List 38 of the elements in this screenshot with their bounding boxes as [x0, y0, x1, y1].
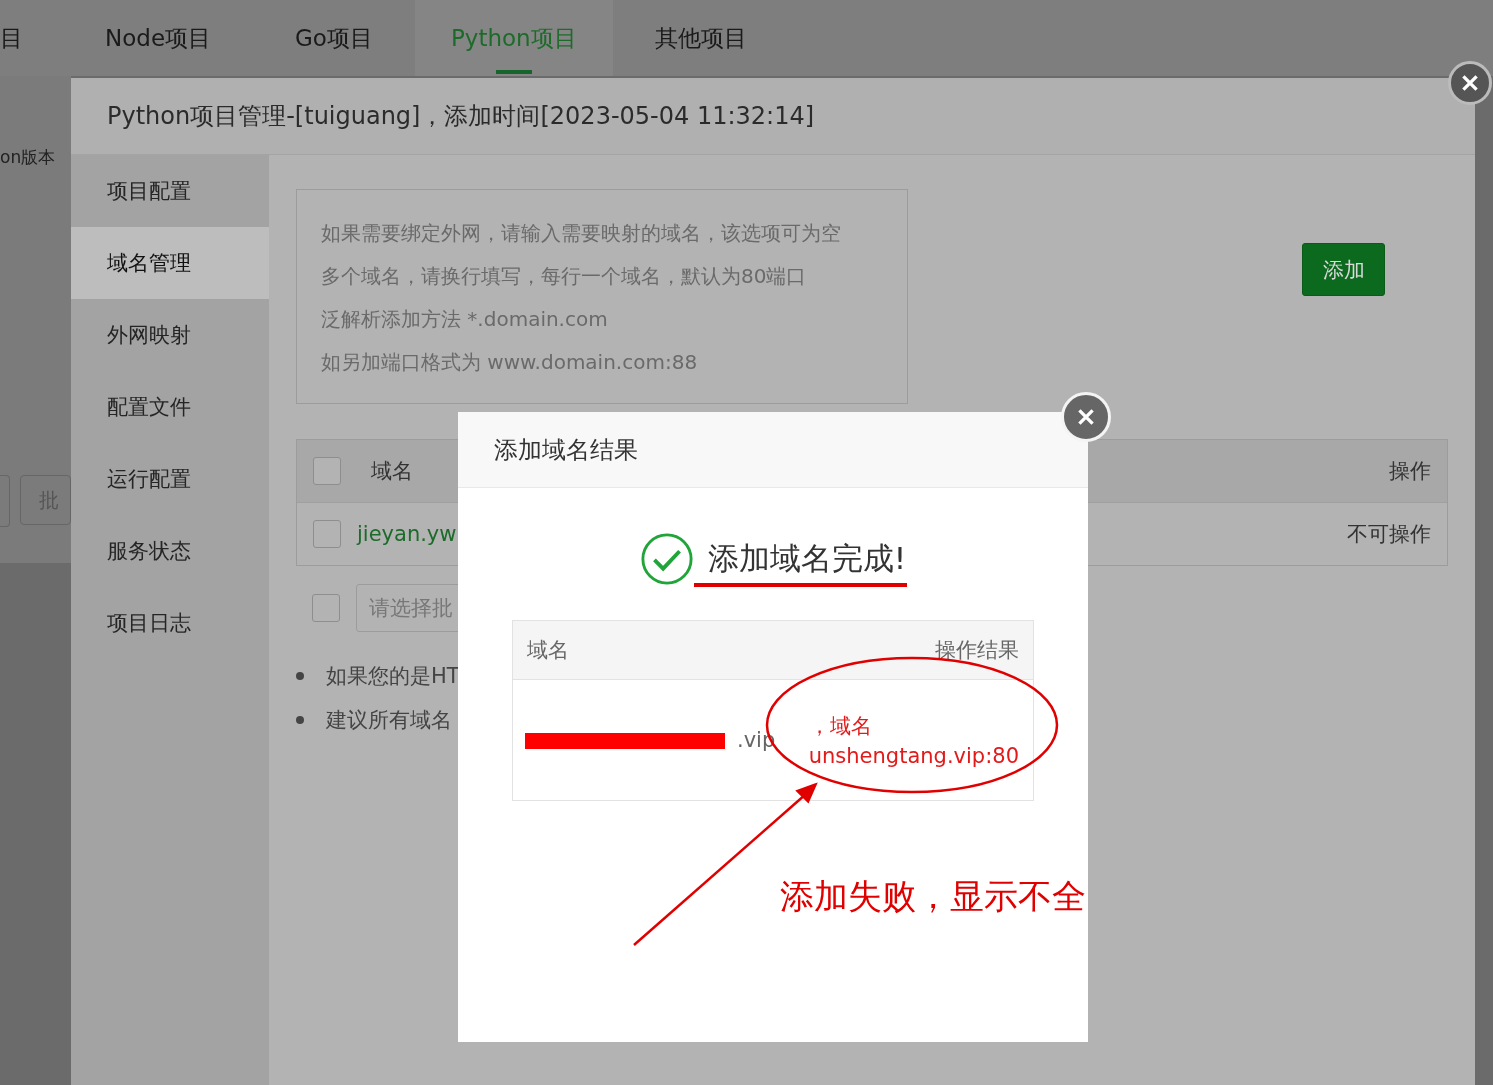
bullet-icon [296, 672, 304, 680]
table-cell-text: 不可操作 [1347, 521, 1431, 548]
checkbox[interactable] [312, 594, 340, 622]
note-text: 建议所有域名 [326, 707, 452, 734]
domain-textarea[interactable]: 如果需要绑定外网，请输入需要映射的域名，该选项可为空 多个域名，请换行填写，每行一个域名，默认为80端口 泛解析添加方法 *.domain.com 如另加端口格式为 www.domain.com:88 [296, 189, 908, 404]
sidebar-item[interactable]: 项目日志 [71, 587, 269, 659]
project-tab[interactable]: 目 [0, 0, 63, 76]
checkbox[interactable] [313, 520, 341, 548]
placeholder-line: 如另加端口格式为 www.domain.com:88 [321, 349, 699, 376]
check-circle-icon [639, 532, 694, 586]
error-text: ，域名 [808, 713, 873, 740]
sidebar-item[interactable]: 配置文件 [71, 371, 269, 443]
sidebar-item[interactable]: 运行配置 [71, 443, 269, 515]
sidebar-item[interactable]: 服务状态 [71, 515, 269, 587]
project-tab[interactable]: Node项目 [63, 0, 254, 76]
dialog-title: 添加域名结果 [494, 434, 638, 466]
sidebar-item[interactable]: 域名管理 [71, 227, 269, 299]
column-header: 操作 [1389, 458, 1431, 485]
checkbox[interactable] [313, 457, 341, 485]
note-text: 如果您的是HT [326, 663, 460, 690]
column-header: 域名 [371, 458, 413, 485]
domain-link[interactable]: jieyan.yw [357, 522, 457, 546]
success-message: 添加域名完成! [707, 539, 907, 578]
column-header: 域名 [527, 637, 569, 664]
add-button[interactable]: 添加 [1302, 243, 1385, 296]
placeholder-line: 如果需要绑定外网，请输入需要映射的域名，该选项可为空 [321, 220, 842, 247]
annotation-text: 添加失败，显示不全 [780, 875, 1086, 918]
project-tab[interactable]: Go项目 [253, 0, 415, 76]
placeholder-line: 多个域名，请换行填写，每行一个域名，默认为80端口 [321, 263, 808, 290]
project-tab[interactable]: 其他项目 [612, 0, 789, 76]
placeholder-line: 泛解析添加方法 *.domain.com [321, 306, 609, 333]
column-header: on版本 [0, 146, 57, 169]
error-text: unshengtang.vip:80 [808, 744, 1019, 768]
dialog-title: Python项目管理-[tuiguang]，添加时间[2023-05-04 11:32:14] [107, 101, 815, 132]
bullet-icon [296, 716, 304, 724]
sidebar-item[interactable]: 项目配置 [71, 155, 269, 227]
column-header: 操作结果 [935, 637, 1019, 664]
sidebar-item[interactable]: 外网映射 [71, 299, 269, 371]
